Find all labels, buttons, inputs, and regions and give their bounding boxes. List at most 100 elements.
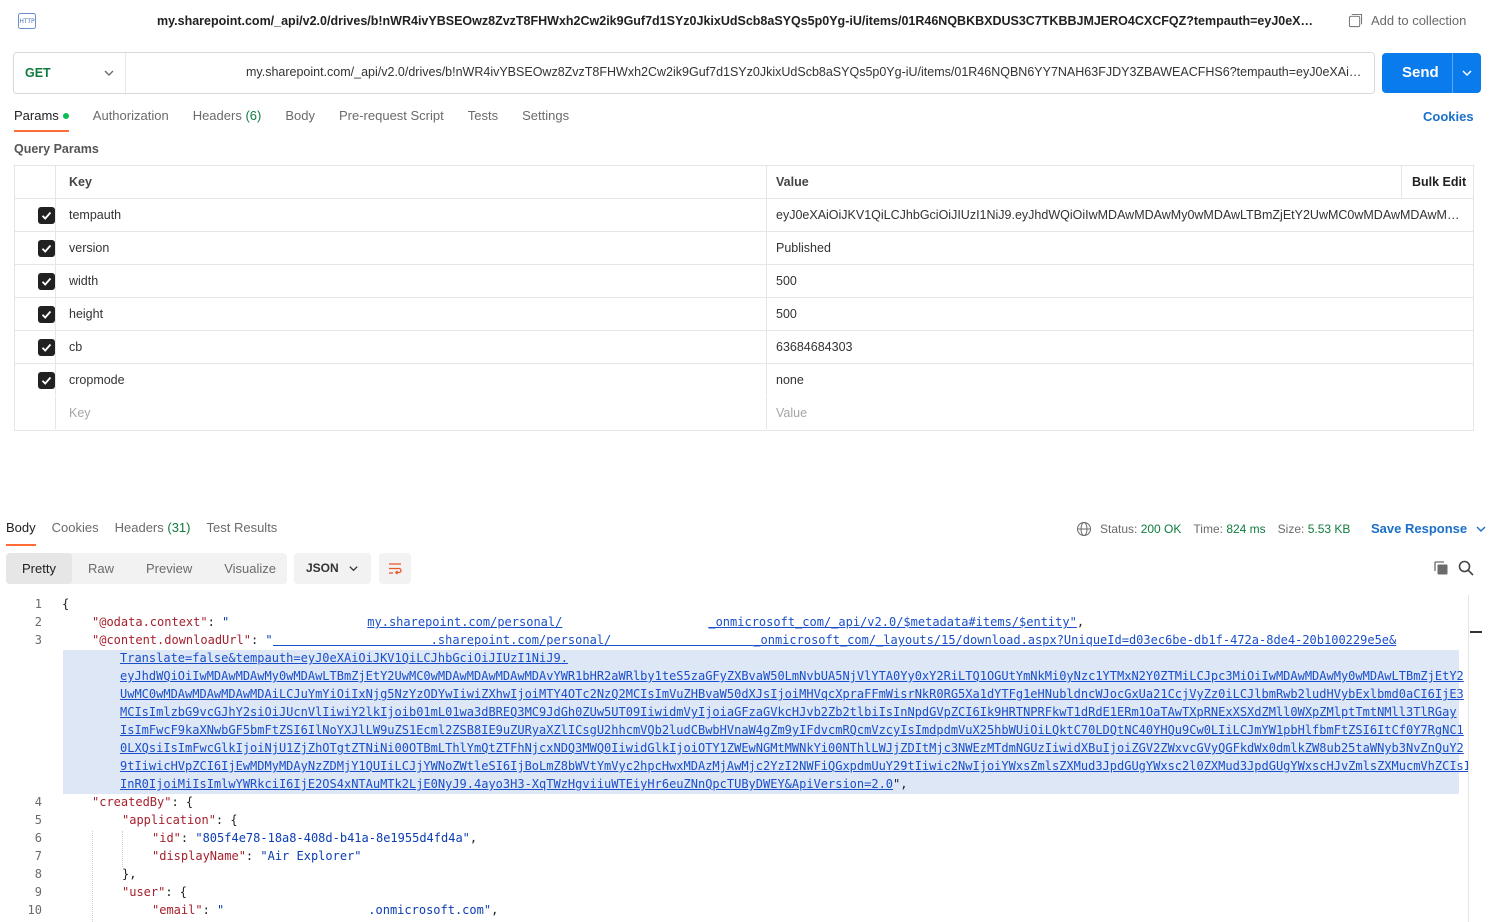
tab-prerequest-script[interactable]: Pre-request Script [339, 108, 444, 130]
copy-icon[interactable] [1433, 560, 1449, 576]
resp-tab-cookies[interactable]: Cookies [52, 520, 99, 544]
json-comma: , [491, 903, 499, 917]
new-key-input[interactable]: Key [56, 397, 767, 429]
json-link[interactable]: InR0IjoiMiIsImlwYWRkciI6IjE2OS4xNTAuMTk2… [120, 777, 893, 791]
code-line-wrapped[interactable]: 9tIiwicHVpZCI6IjEwMDMyMDAyNzZDMjY1QUIiLC… [120, 759, 1468, 773]
param-key[interactable]: height [56, 298, 767, 330]
json-string: "805f4e78-18a8-408d-b41a-8e1955d4fd4a" [195, 831, 470, 845]
status[interactable]: Status: 200 OK [1100, 522, 1181, 536]
time[interactable]: Time: 824 ms [1193, 522, 1265, 536]
tab-params[interactable]: Params [14, 108, 69, 132]
param-value[interactable]: 500 [767, 265, 1473, 297]
check-icon [41, 244, 52, 253]
code-line-wrapped[interactable]: Translate=false&tempauth=eyJ0eXAiOiJKV1Q… [120, 651, 568, 665]
search-icon[interactable] [1458, 560, 1474, 576]
json-link[interactable]: _onmicrosoft_com/_api/v2.0/$metadata#ite… [708, 615, 1076, 629]
query-params-title: Query Params [14, 142, 99, 156]
view-preview[interactable]: Preview [130, 553, 208, 584]
json-string: " [217, 903, 225, 917]
resp-tab-body[interactable]: Body [6, 520, 36, 546]
code-line-wrapped[interactable]: UwMC0wMDAwMDAwMDAwMDAiLCJuYmYiOiIxNjg5Nz… [120, 687, 1464, 701]
view-visualize[interactable]: Visualize [208, 553, 292, 584]
param-checkbox[interactable] [38, 207, 55, 224]
tab-tests[interactable]: Tests [468, 108, 498, 130]
param-key[interactable]: tempauth [56, 199, 767, 231]
json-key: "email" [152, 903, 203, 917]
line-number: 1 [34, 597, 42, 611]
code-line-wrapped[interactable]: 0LXQsiIsImFwcGlkIjoiNjU1ZjZhOTgtZTNiNi00… [120, 741, 1464, 755]
code-line-wrapped[interactable]: eyJhdWQiOiIwMDAwMDAwMy0wMDAwLTBmZjEtY2Uw… [120, 669, 1464, 683]
code-scrollbar[interactable] [1468, 595, 1482, 922]
indent-guide [122, 831, 123, 867]
param-value[interactable]: none [767, 364, 1473, 396]
resp-tab-headers[interactable]: Headers (31) [115, 520, 191, 544]
size-label: Size: [1277, 522, 1305, 536]
line-number: 7 [34, 849, 42, 863]
request-title[interactable]: my.sharepoint.com/_api/v2.0/drives/b!nWR… [157, 14, 1317, 28]
save-response-button[interactable]: Save Response [1371, 521, 1487, 536]
line-number: 6 [34, 831, 42, 845]
param-checkbox[interactable] [38, 339, 55, 356]
param-key[interactable]: version [56, 232, 767, 264]
json-link[interactable]: _onmicrosoft_com/_layouts/15/download.as… [753, 633, 1396, 647]
json-link[interactable]: .sharepoint.com/personal/ [431, 633, 612, 647]
tab-body[interactable]: Body [285, 108, 315, 130]
table-row: width 500 [15, 265, 1473, 298]
request-title-bar: HTTP my.sharepoint.com/_api/v2.0/drives/… [0, 0, 1490, 44]
bulk-edit-button[interactable]: Bulk Edit [1412, 166, 1466, 198]
param-key[interactable]: cb [56, 331, 767, 363]
svg-text:HTTP: HTTP [19, 18, 35, 25]
json-colon: : [245, 849, 261, 863]
param-checkbox[interactable] [38, 240, 55, 257]
code-line: { [62, 597, 70, 611]
param-checkbox[interactable] [38, 372, 55, 389]
json-comma: , [1076, 615, 1085, 629]
tab-headers[interactable]: Headers (6) [193, 108, 262, 130]
param-value[interactable]: eyJ0eXAiOiJKV1QiLCJhbGciOiJIUzI1NiJ9.eyJ… [767, 199, 1473, 231]
code-line-wrapped[interactable]: MCIsImlzbG9vcGJhY2siOiJUcnVlIiwiY2lkIjoi… [120, 705, 1457, 719]
code-line-wrapped[interactable]: IsImFwcF9kaXNwbGF5bmFtZSI6IlNoYXJlLW9uZS… [120, 723, 1464, 737]
param-value[interactable]: Published [767, 232, 1473, 264]
collection-add-icon [1348, 13, 1363, 28]
send-options-chevron-icon[interactable] [1461, 67, 1473, 79]
view-pretty[interactable]: Pretty [6, 553, 72, 584]
resp-tab-test-results[interactable]: Test Results [207, 520, 278, 544]
send-label: Send [1402, 64, 1439, 81]
add-to-collection-button[interactable]: Add to collection [1348, 13, 1466, 28]
param-checkbox[interactable] [38, 273, 55, 290]
cookies-link[interactable]: Cookies [1423, 109, 1474, 124]
column-header-value: Value [767, 166, 1402, 198]
code-line-wrapped: InR0IjoiMiIsImlwYWRkciI6IjE2OS4xNTAuMTk2… [120, 777, 908, 791]
wrap-lines-button[interactable] [379, 553, 411, 584]
format-select[interactable]: JSON [294, 553, 371, 584]
param-checkbox[interactable] [38, 306, 55, 323]
tab-params-label: Params [14, 108, 59, 123]
view-raw[interactable]: Raw [72, 553, 130, 584]
param-value[interactable]: 500 [767, 298, 1473, 330]
tab-settings[interactable]: Settings [522, 108, 569, 130]
globe-icon[interactable] [1076, 521, 1092, 537]
chevron-down-icon [349, 566, 358, 572]
table-header-row: Key Value Bulk Edit [15, 166, 1473, 199]
response-view-selector: Pretty Raw Preview Visualize [6, 553, 287, 584]
response-body-code[interactable]: 1 2 3 4 5 6 7 8 9 10 { "@odata.context":… [0, 595, 1468, 922]
table-row: version Published [15, 232, 1473, 265]
size[interactable]: Size: 5.53 KB [1278, 522, 1351, 536]
checkbox-cell [15, 232, 56, 264]
json-brace: : { [165, 885, 188, 899]
send-divider [1452, 53, 1453, 93]
json-colon: : [207, 615, 223, 629]
tab-authorization[interactable]: Authorization [93, 108, 169, 130]
send-button[interactable]: Send [1382, 53, 1481, 93]
param-key[interactable]: width [56, 265, 767, 297]
line-number: 10 [27, 903, 42, 917]
param-value[interactable]: 63684684303 [767, 331, 1473, 363]
json-link[interactable]: my.sharepoint.com/personal/ [367, 615, 562, 629]
param-key[interactable]: cropmode [56, 364, 767, 396]
empty-checkbox-cell [15, 397, 56, 429]
new-value-input[interactable]: Value [767, 397, 1473, 429]
method-select[interactable]: GET [14, 53, 126, 93]
scrollbar-thumb[interactable] [1470, 631, 1482, 633]
check-icon [41, 343, 52, 352]
url-input[interactable]: my.sharepoint.com/_api/v2.0/drives/b!nWR… [246, 65, 1368, 79]
